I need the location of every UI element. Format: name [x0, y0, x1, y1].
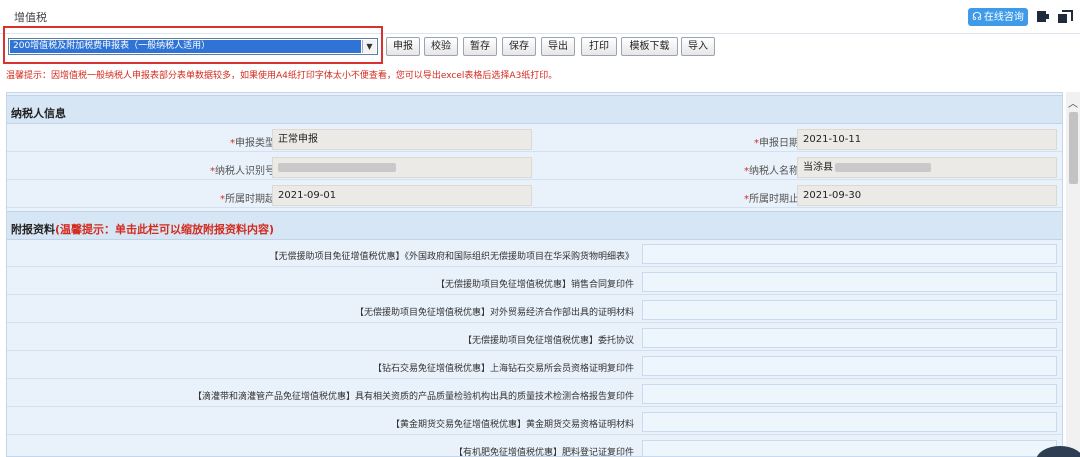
- period-end-label: *所属时期止: [744, 194, 799, 205]
- declare-date-label: *申报日期: [754, 138, 799, 149]
- attachment-row: 【无偿援助项目免征增值税优惠】委托协议: [7, 326, 1062, 351]
- info-row-3: *所属时期起 2021-09-01 *所属时期止 2021-09-30: [7, 183, 1062, 208]
- save-draft-button[interactable]: 暂存: [463, 37, 497, 56]
- info-row-2: *纳税人识别号 *纳税人名称 当涂县: [7, 155, 1062, 180]
- headset-icon: ☊: [972, 10, 982, 23]
- report-type-selected-value: 200增值税及附加税费申报表（一般纳税人适用）: [10, 40, 361, 53]
- attachment-upload-field[interactable]: [642, 244, 1057, 264]
- info-row-1: *申报类型 正常申报 *申报日期 2021-10-11: [7, 127, 1062, 152]
- attachment-upload-field[interactable]: [642, 300, 1057, 320]
- attachment-row: 【有机肥免征增值税优惠】肥料登记证复印件: [7, 438, 1062, 457]
- attachment-row: 【无偿援助项目免征增值税优惠】《外国政府和国际组织无偿援助项目在华采购货物明细表…: [7, 242, 1062, 267]
- attachments-title: 附报资料(温馨提示：单击此栏可以缩放附报资料内容): [11, 223, 275, 236]
- attachment-upload-field[interactable]: [642, 412, 1057, 432]
- attachment-label: 【无偿援助项目免征增值税优惠】销售合同复印件: [435, 280, 634, 290]
- template-download-button[interactable]: 模板下载: [621, 37, 678, 56]
- declare-type-value: 正常申报: [272, 129, 532, 150]
- restore-window-icon[interactable]: [1058, 10, 1073, 23]
- taxpayer-name-label: *纳税人名称: [744, 166, 799, 177]
- attachment-label: 【无偿援助项目免征增值税优惠】《外国政府和国际组织无偿援助项目在华采购货物明细表…: [269, 252, 634, 262]
- attachment-label: 【无偿援助项目免征增值税优惠】委托协议: [462, 336, 634, 346]
- attachment-row: 【钻石交易免征增值税优惠】上海钻石交易所会员资格证明复印件: [7, 354, 1062, 379]
- window-title: 增值税: [14, 11, 47, 24]
- period-start-label: *所属时期起: [220, 194, 275, 205]
- period-start-value: 2021-09-01: [272, 185, 532, 206]
- attachment-upload-field[interactable]: [642, 272, 1057, 292]
- period-end-value: 2021-09-30: [797, 185, 1057, 206]
- scrollbar-thumb[interactable]: [1069, 112, 1078, 184]
- dock-panel-icon[interactable]: [1036, 10, 1050, 23]
- attachment-label: 【滴灌带和滴灌管产品免征增值税优惠】具有相关资质的产品质量检验机构出具的质量技术…: [192, 392, 634, 402]
- attachment-row: 【黄金期货交易免征增值税优惠】黄金期货交易资格证明材料: [7, 410, 1062, 435]
- taxpayer-info-header[interactable]: 纳税人信息: [7, 95, 1062, 124]
- attachment-label: 【黄金期货交易免征增值税优惠】黄金期货交易资格证明材料: [390, 420, 634, 430]
- attachment-upload-field[interactable]: [642, 440, 1057, 457]
- declare-button[interactable]: 申报: [386, 37, 420, 56]
- taxpayer-info-title: 纳税人信息: [11, 107, 66, 120]
- import-button[interactable]: 导入: [681, 37, 715, 56]
- taxpayer-name-value: 当涂县: [797, 157, 1057, 178]
- attachment-label: 【无偿援助项目免征增值税优惠】对外贸易经济合作部出具的证明材料: [354, 308, 634, 318]
- export-button[interactable]: 导出: [541, 37, 575, 56]
- attachment-label: 【有机肥免征增值税优惠】肥料登记证复印件: [453, 448, 634, 457]
- redacted-block: [835, 162, 931, 172]
- online-consult-button[interactable]: ☊ 在线咨询: [968, 8, 1028, 26]
- attachments-header[interactable]: 附报资料(温馨提示：单击此栏可以缩放附报资料内容): [7, 211, 1062, 240]
- attachment-row: 【无偿援助项目免征增值税优惠】销售合同复印件: [7, 270, 1062, 295]
- verify-button[interactable]: 校验: [424, 37, 458, 56]
- attachment-row: 【滴灌带和滴灌管产品免征增值税优惠】具有相关资质的产品质量检验机构出具的质量技术…: [7, 382, 1062, 407]
- attachment-upload-field[interactable]: [642, 384, 1057, 404]
- attachment-upload-field[interactable]: [642, 328, 1057, 348]
- attachment-row: 【无偿援助项目免征增值税优惠】对外贸易经济合作部出具的证明材料: [7, 298, 1062, 323]
- declare-type-label: *申报类型: [230, 138, 275, 149]
- print-button[interactable]: 打印: [581, 37, 617, 56]
- report-type-select[interactable]: 200增值税及附加税费申报表（一般纳税人适用） ▼: [8, 38, 378, 55]
- chevron-down-icon[interactable]: ▼: [362, 40, 376, 53]
- taxpayer-id-label: *纳税人识别号: [210, 166, 275, 177]
- declare-date-value: 2021-10-11: [797, 129, 1057, 150]
- taxpayer-id-value: [272, 157, 532, 178]
- redacted-block: [278, 162, 396, 172]
- chevron-up-icon[interactable]: ︿: [1068, 95, 1078, 110]
- warm-tip: 温馨提示：因增值税一般纳税人申报表部分表单数据较多，如果使用A4纸打印字体太小不…: [6, 71, 558, 81]
- attachment-upload-field[interactable]: [642, 356, 1057, 376]
- save-button[interactable]: 保存: [502, 37, 536, 56]
- online-consult-label: 在线咨询: [983, 12, 1024, 23]
- attachment-label: 【钻石交易免征增值税优惠】上海钻石交易所会员资格证明复印件: [372, 364, 634, 374]
